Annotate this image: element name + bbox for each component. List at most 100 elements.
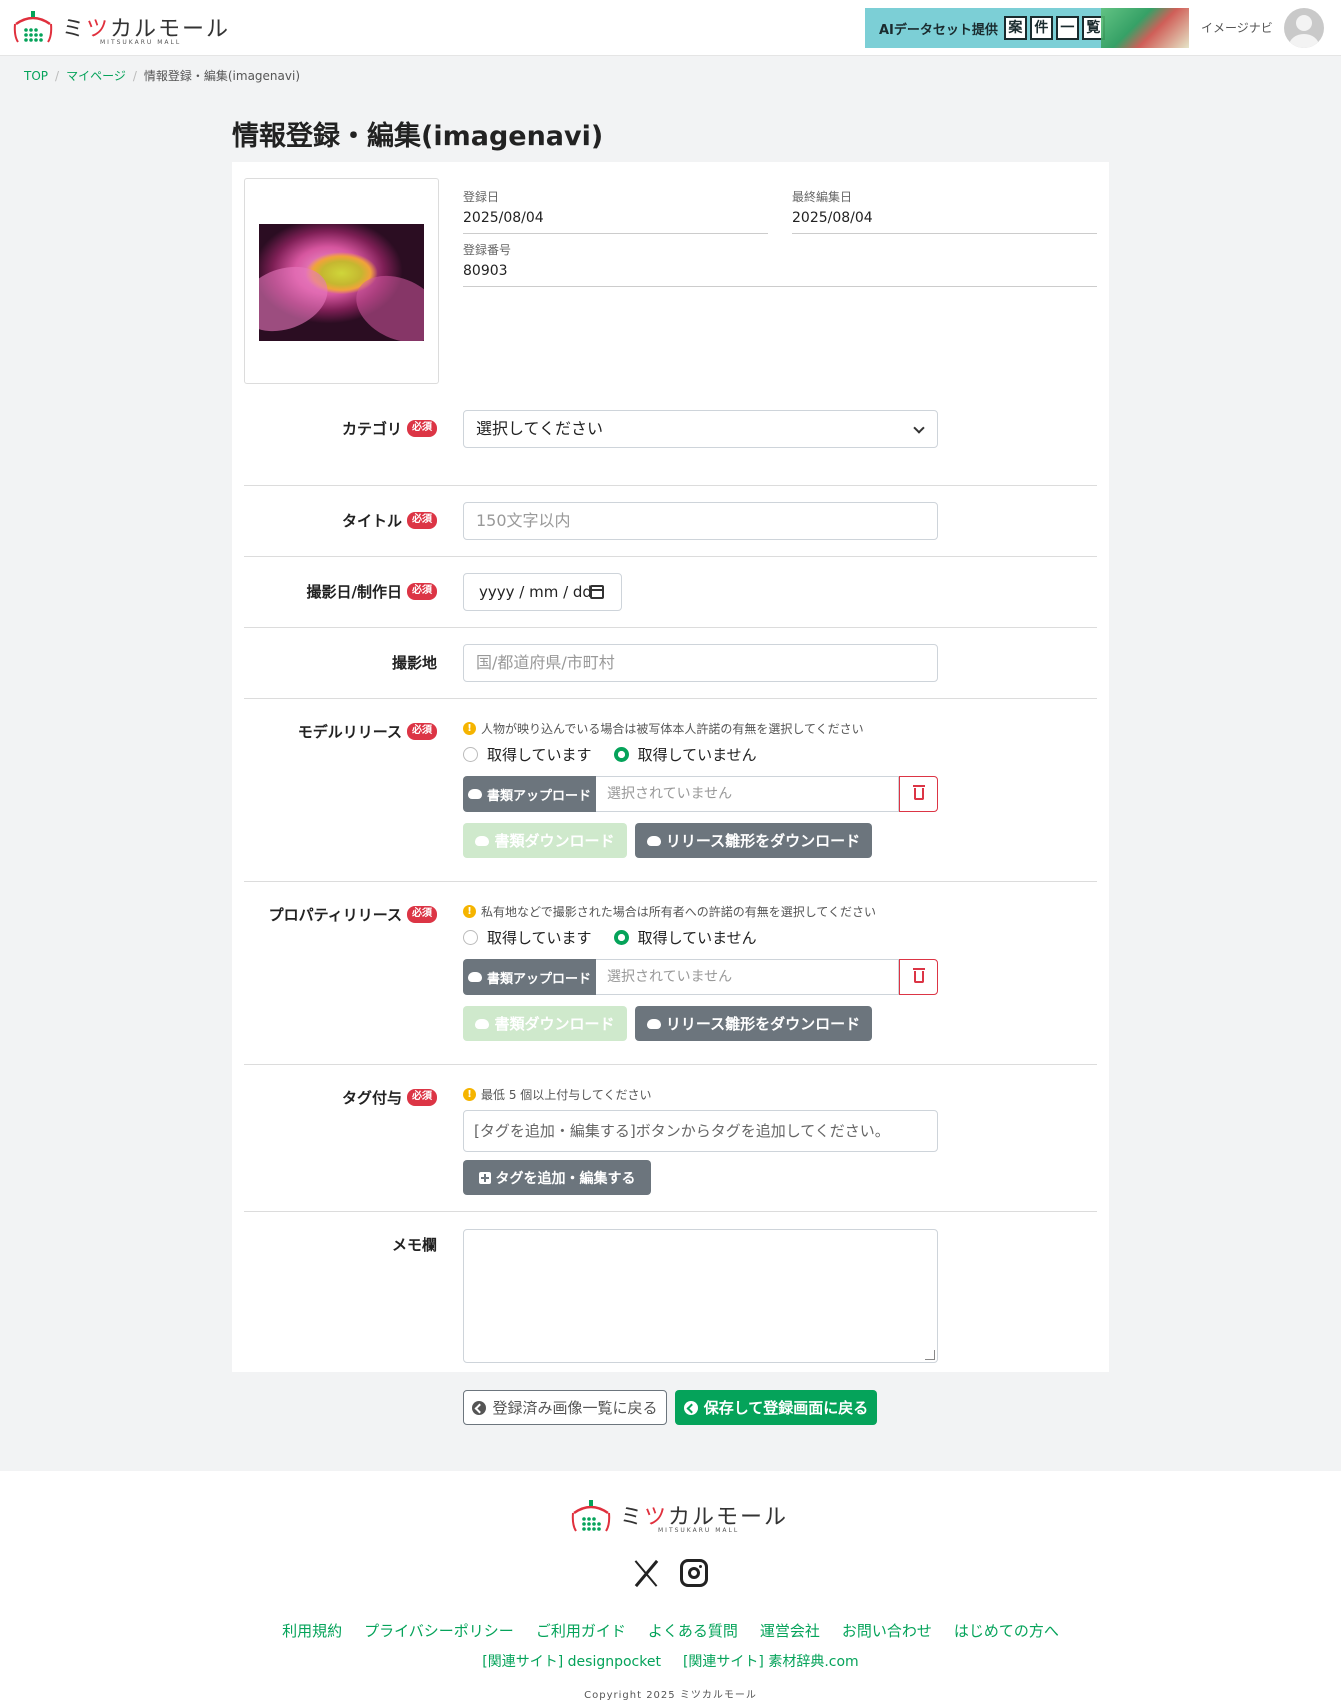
category-row: カテゴリ 必須 選択してください (244, 384, 1097, 486)
category-label-text: カテゴリ (341, 420, 402, 438)
property-release-label-text: プロパティリリース (268, 906, 402, 924)
model-release-no[interactable]: 取得していません (613, 744, 757, 765)
date-input[interactable]: yyyy / mm / dd (463, 573, 622, 611)
radio-button-selected[interactable] (613, 747, 629, 762)
cloud-download-icon (475, 835, 490, 846)
upload-document-button[interactable]: 書類アップロード (463, 776, 596, 812)
upload-file-name[interactable]: 選択されていません (596, 959, 899, 995)
resize-handle[interactable] (925, 1350, 935, 1360)
radio-label: 取得しています (487, 929, 592, 947)
warning-icon: ! (463, 905, 476, 918)
banner-text: AIデータセット提供 (879, 22, 998, 38)
footer-link-terms[interactable]: 利用規約 (282, 1622, 342, 1640)
memo-textarea[interactable] (463, 1229, 938, 1363)
title-label-text: タイトル (341, 512, 402, 530)
x-twitter-icon[interactable] (632, 1559, 660, 1587)
user-name[interactable]: イメージナビ (1201, 19, 1273, 36)
footer-link-privacy[interactable]: プライバシーポリシー (364, 1622, 514, 1640)
required-badge: 必須 (407, 420, 437, 437)
registered-date: 登録日 2025/08/04 (463, 188, 768, 234)
property-release-no[interactable]: 取得していません (613, 927, 757, 948)
location-input[interactable]: 国/都道府県/市町村 (463, 644, 938, 682)
category-select[interactable]: 選択してください (463, 410, 938, 448)
model-release-row: モデルリリース 必須 ! 人物が映り込んでいる場合は被写体本人許諾の有無を選択してく… (244, 699, 1097, 882)
back-button-label: 登録済み画像一覧に戻る (492, 1399, 658, 1417)
memo-label: メモ欄 (392, 1234, 437, 1255)
property-release-yes[interactable]: 取得しています (463, 927, 592, 948)
upload-button-label: 書類アップロード (486, 971, 591, 987)
edit-form-card: 登録日 2025/08/04 最終編集日 2025/08/04 登録番号 809… (232, 162, 1109, 1372)
banner-box: 件 (1029, 16, 1053, 40)
cloud-upload-icon (467, 972, 482, 982)
back-to-list-button[interactable]: 登録済み画像一覧に戻る (463, 1390, 667, 1425)
delete-file-button[interactable] (899, 776, 938, 812)
footer-link-guide[interactable]: ご利用ガイド (536, 1622, 626, 1640)
logo-icon (571, 1500, 611, 1532)
model-release-yes[interactable]: 取得しています (463, 744, 592, 765)
trash-icon (912, 968, 925, 983)
model-release-note-text: 人物が映り込んでいる場合は被写体本人許諾の有無を選択してください (481, 722, 864, 736)
location-row: 撮影地 国/都道府県/市町村 (244, 628, 1097, 699)
breadcrumb-separator: / (132, 69, 137, 83)
footer-logo[interactable]: ミツカルモール MITSUKARU MALL (570, 1499, 786, 1539)
arrow-left-circle-icon (472, 1400, 487, 1415)
banner-illustration (1101, 8, 1189, 48)
footer-link-faq[interactable]: よくある質問 (648, 1622, 738, 1640)
location-label-text: 撮影地 (391, 654, 437, 672)
download-document-button[interactable]: 書類ダウンロード (463, 1006, 627, 1041)
add-edit-tags-button[interactable]: タグを追加・編集する (463, 1160, 651, 1195)
footer-link-company[interactable]: 運営会社 (760, 1622, 820, 1640)
registered-date-label: 登録日 (463, 190, 500, 204)
footer-link-contact[interactable]: お問い合わせ (842, 1622, 932, 1640)
delete-file-button[interactable] (899, 959, 938, 995)
property-release-row: プロパティリリース 必須 ! 私有地などで撮影された場合は所有者への許諾の有無を選択… (244, 882, 1097, 1065)
tags-row: タグ付与 必須 ! 最低 5 個以上付与してください [タグを追加・編集する]ボタン… (244, 1065, 1097, 1212)
related-link-sozaijiten[interactable]: [関連サイト] 素材辞典.com (683, 1654, 859, 1670)
cloud-upload-icon (467, 789, 482, 799)
logo-icon (13, 11, 53, 43)
upload-document-button[interactable]: 書類アップロード (463, 959, 596, 995)
radio-button-selected[interactable] (613, 930, 629, 945)
title-row: タイトル 必須 150文字以内 (244, 486, 1097, 557)
cloud-download-icon (475, 1018, 490, 1029)
banner-box: 一 (1055, 16, 1079, 40)
image-preview-frame (244, 178, 439, 384)
chevron-down-icon (913, 422, 925, 434)
breadcrumb-top[interactable]: TOP (24, 69, 48, 83)
breadcrumb-mypage[interactable]: マイページ (66, 69, 126, 83)
registration-number-label: 登録番号 (463, 243, 512, 257)
cloud-download-icon (646, 1018, 661, 1029)
banner-box: 案 (1003, 16, 1027, 40)
tags-field[interactable]: [タグを追加・編集する]ボタンからタグを追加してください。 (463, 1110, 938, 1152)
date-label-text: 撮影日/制作日 (306, 583, 402, 601)
save-and-return-button[interactable]: 保存して登録画面に戻る (675, 1390, 877, 1425)
title-input[interactable]: 150文字以内 (463, 502, 938, 540)
breadcrumb: TOP / マイページ / 情報登録・編集(imagenavi) (24, 67, 300, 84)
radio-button[interactable] (463, 747, 478, 762)
copyright: Copyright 2025 ミツカルモール (584, 1690, 757, 1701)
ai-dataset-banner[interactable]: AIデータセット提供 案 件 一 覧 (865, 8, 1189, 48)
download-template-button[interactable]: リリース雛形をダウンロード (635, 823, 872, 858)
brand-subtitle: MITSUKARU MALL (100, 39, 182, 46)
footer-link-beginners[interactable]: はじめての方へ (954, 1622, 1059, 1640)
warning-icon: ! (463, 1088, 476, 1101)
date-row: 撮影日/制作日 必須 yyyy / mm / dd (244, 557, 1097, 628)
radio-label: 取得しています (487, 746, 592, 764)
radio-button[interactable] (463, 930, 478, 945)
avatar[interactable] (1284, 8, 1324, 48)
radio-label: 取得していません (637, 746, 757, 764)
footer-links: 利用規約 プライバシーポリシー ご利用ガイド よくある質問 運営会社 お問い合わせ はじめて… (0, 1620, 1341, 1641)
download-template-button[interactable]: リリース雛形をダウンロード (635, 1006, 872, 1041)
upload-file-name[interactable]: 選択されていません (596, 776, 899, 812)
site-logo[interactable]: ミツカルモール MITSUKARU MALL (12, 8, 228, 48)
instagram-icon[interactable] (680, 1559, 708, 1587)
cloud-download-icon (646, 835, 661, 846)
banner-boxes: 案 件 一 覧 (1003, 16, 1108, 40)
related-sites: [関連サイト] designpocket [関連サイト] 素材辞典.com (0, 1651, 1341, 1671)
calendar-icon[interactable] (590, 585, 604, 599)
radio-label: 取得していません (637, 929, 757, 947)
property-release-note: ! 私有地などで撮影された場合は所有者への許諾の有無を選択してください (463, 903, 938, 920)
required-badge: 必須 (407, 906, 437, 923)
related-link-designpocket[interactable]: [関連サイト] designpocket (482, 1654, 661, 1670)
download-document-button[interactable]: 書類ダウンロード (463, 823, 627, 858)
